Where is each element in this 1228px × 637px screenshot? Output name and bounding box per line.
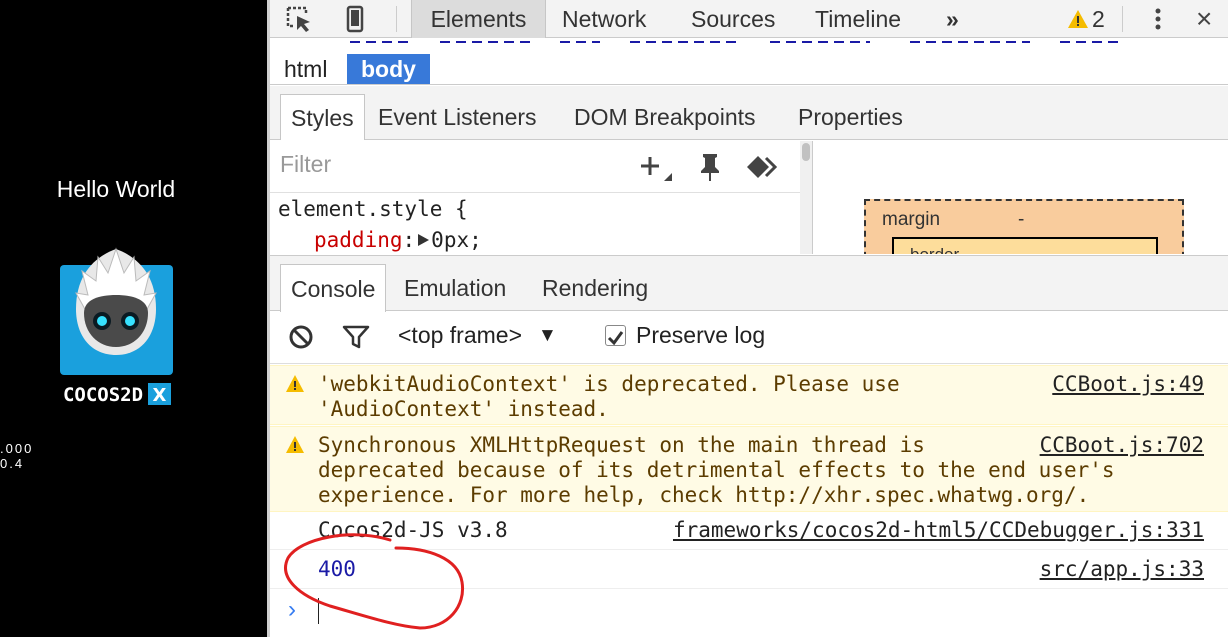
mobile-device-icon[interactable] <box>340 4 370 34</box>
element-state-icon[interactable] <box>744 153 780 181</box>
clear-console-icon[interactable] <box>288 324 314 350</box>
devtools-panel: Elements Network Sources Timeline » 2 × … <box>270 0 1228 637</box>
preserve-log-label[interactable]: Preserve log <box>636 322 765 349</box>
inspect-arrow-icon[interactable] <box>284 4 314 34</box>
console-source-link[interactable]: frameworks/cocos2d-html5/CCDebugger.js:3… <box>673 518 1204 542</box>
breadcrumb-body[interactable]: body <box>347 54 430 84</box>
tab-network[interactable]: Network <box>562 0 646 38</box>
console-message-text: Cocos2d-JS v3.8 <box>318 518 508 542</box>
game-canvas[interactable]: Hello World COCOS2D X .000 0.4 <box>0 0 267 637</box>
pin-icon[interactable] <box>696 151 724 183</box>
prompt-chevron-icon: › <box>288 596 296 623</box>
frame-selector[interactable]: <top frame> ▼ <box>398 322 557 349</box>
filter-icon[interactable] <box>341 324 371 350</box>
tab-console[interactable]: Console <box>280 264 387 312</box>
style-rule-selector: element.style { <box>278 197 468 221</box>
styles-scrollbar[interactable] <box>800 141 812 254</box>
tab-properties[interactable]: Properties <box>798 94 903 140</box>
dom-tree-cutoff <box>350 41 1120 43</box>
stat-line: 0.4 <box>0 456 25 471</box>
tab-styles[interactable]: Styles <box>280 94 365 140</box>
warning-counter[interactable]: 2 <box>1067 5 1105 33</box>
warning-icon <box>286 375 304 392</box>
console-message-warning: Synchronous XMLHttpRequest on the main t… <box>270 426 1228 512</box>
style-property-value: 0px; <box>431 228 482 252</box>
warning-icon <box>1068 10 1088 28</box>
console-message-text: 'webkitAudioContext' is deprecated. Plea… <box>318 372 900 421</box>
console-source-link[interactable]: src/app.js:33 <box>1040 557 1204 581</box>
console-message-number: 400 <box>318 557 356 581</box>
console-message-warning: 'webkitAudioContext' is deprecated. Plea… <box>270 365 1228 425</box>
cocos2dx-logo: COCOS2D X <box>60 247 173 406</box>
styles-pane: Filter element.style { padding: 0px; <box>270 141 813 254</box>
console-prompt[interactable]: › <box>270 590 1228 637</box>
styles-filter-input[interactable]: Filter <box>280 151 331 178</box>
dropdown-arrow-icon: ▼ <box>538 324 557 346</box>
console-source-link[interactable]: CCBoot.js:49 <box>1052 372 1204 396</box>
tab-emulation[interactable]: Emulation <box>404 264 506 312</box>
style-property-separator: : <box>402 228 416 252</box>
logo-x-badge: X <box>153 385 167 406</box>
console-message-log: Cocos2d-JS v3.8 frameworks/cocos2d-html5… <box>270 513 1228 550</box>
console-message-text: Synchronous XMLHttpRequest on the main t… <box>318 433 1115 507</box>
logo-wordmark: COCOS2D <box>63 384 143 406</box>
toolbar-separator <box>1122 6 1123 32</box>
console-source-link[interactable]: CCBoot.js:702 <box>1040 433 1204 457</box>
close-button[interactable]: × <box>1196 0 1212 38</box>
frame-selector-value: <top frame> <box>398 322 523 348</box>
warning-count: 2 <box>1092 5 1105 32</box>
box-model-pane: margin - border <box>814 141 1228 254</box>
margin-label: margin <box>882 209 941 230</box>
expand-triangle-icon[interactable] <box>415 232 431 248</box>
drawer-tabs: Console Emulation Rendering <box>270 255 1228 312</box>
tab-rendering[interactable]: Rendering <box>542 264 648 312</box>
style-property-name: padding <box>314 228 403 252</box>
tab-sources[interactable]: Sources <box>691 0 775 38</box>
console-input[interactable] <box>318 598 1198 624</box>
breadcrumb: html body <box>270 39 1228 85</box>
styles-filter-row: Filter <box>270 141 800 193</box>
stat-line: .000 <box>0 441 34 456</box>
breadcrumb-html[interactable]: html <box>270 54 341 84</box>
devtools-toolbar: Elements Network Sources Timeline » 2 × <box>270 0 1228 38</box>
preserve-log-checkbox[interactable] <box>605 325 626 346</box>
tab-event-listeners[interactable]: Event Listeners <box>378 94 537 140</box>
style-declaration[interactable]: padding: 0px; <box>314 228 482 252</box>
sidebar-tabs: Styles Event Listeners DOM Breakpoints P… <box>270 86 1228 140</box>
toolbar-separator <box>396 6 397 32</box>
border-box: border <box>892 237 1158 254</box>
console-message-log: 400 src/app.js:33 <box>270 551 1228 589</box>
tab-dom-breakpoints[interactable]: DOM Breakpoints <box>574 94 756 140</box>
checkmark-icon <box>607 331 624 346</box>
more-tabs-button[interactable]: » <box>946 0 959 38</box>
hello-world-label: Hello World <box>56 176 176 202</box>
margin-value[interactable]: - <box>1018 209 1024 231</box>
tab-timeline[interactable]: Timeline <box>815 0 901 38</box>
vertical-dots-icon[interactable] <box>1143 4 1173 34</box>
console-toolbar: <top frame> ▼ Preserve log <box>270 312 1228 364</box>
scrollbar-thumb[interactable] <box>802 143 810 161</box>
border-label: border <box>910 245 959 254</box>
warning-icon <box>286 436 304 453</box>
margin-box: margin - border <box>864 199 1184 254</box>
tab-elements[interactable]: Elements <box>411 0 546 38</box>
add-rule-icon[interactable] <box>638 153 674 183</box>
